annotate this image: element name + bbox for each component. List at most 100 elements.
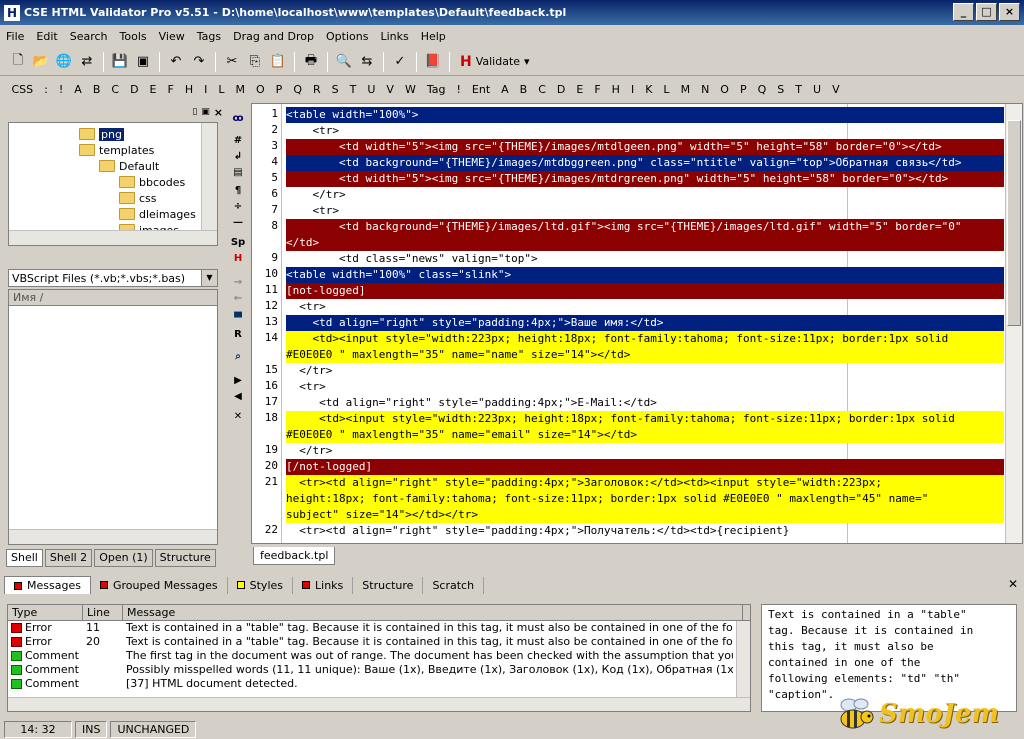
replace-icon[interactable]: ⇆ <box>357 52 377 72</box>
tag-btn[interactable]: D <box>551 83 570 96</box>
redo-icon[interactable]: ↷ <box>189 52 209 72</box>
binoculars-icon[interactable]: ꝏ <box>230 112 246 126</box>
find-icon[interactable]: 🔍 <box>334 52 354 72</box>
menu-edit[interactable]: Edit <box>30 30 63 43</box>
code-line[interactable]: <tr> <box>286 379 1004 395</box>
tag-btn[interactable]: I <box>625 83 639 96</box>
menu-help[interactable]: Help <box>415 30 452 43</box>
reference-icon[interactable]: R <box>230 328 246 342</box>
file-filter-select[interactable]: VBScript Files (*.vb;*.vbs;*.bas) ▼ <box>8 269 218 287</box>
grid-icon[interactable]: # <box>230 134 246 148</box>
tag-btn[interactable]: Ent <box>466 83 495 96</box>
tag-btn[interactable]: R <box>307 83 326 96</box>
tag-btn[interactable]: K <box>640 83 658 96</box>
magnifier-icon[interactable]: ⌕ <box>230 350 246 364</box>
tag-btn[interactable]: Q <box>752 83 772 96</box>
tag-btn[interactable]: E <box>144 83 162 96</box>
tag-btn[interactable]: V <box>381 83 400 96</box>
open-url-icon[interactable]: 🌐 <box>54 52 74 72</box>
code-line[interactable]: height:18px; font-family:tahoma; font-si… <box>286 491 1004 507</box>
code-line[interactable]: [/not-logged] <box>286 459 1004 475</box>
minimize-button[interactable]: _ <box>953 3 974 21</box>
tag-btn[interactable]: Q <box>288 83 308 96</box>
scroll-thumb[interactable] <box>1007 120 1021 326</box>
tag-btn[interactable]: F <box>162 83 179 96</box>
code-line[interactable]: <td><input style="width:223px; height:18… <box>286 411 1004 427</box>
close-icon[interactable]: ✕ <box>230 410 246 424</box>
tag-btn[interactable]: : <box>39 83 54 96</box>
tree-item[interactable]: Default <box>99 158 159 174</box>
tag-btn[interactable]: C <box>533 83 552 96</box>
tag-btn[interactable]: I <box>199 83 213 96</box>
tab-feedback-tpl[interactable]: feedback.tpl <box>253 547 336 565</box>
tab-structure[interactable]: Structure <box>353 576 424 594</box>
paste-icon[interactable]: 📋 <box>268 52 288 72</box>
tag-btn[interactable]: CSS <box>6 83 39 96</box>
file-list-column-header[interactable]: Имя / <box>9 290 217 306</box>
code-line[interactable]: <td class="news" valign="top"> <box>286 251 1004 267</box>
tab-structure[interactable]: Structure <box>154 549 216 567</box>
copy-icon[interactable]: ⎘ <box>245 52 265 72</box>
tag-btn[interactable]: E <box>571 83 589 96</box>
column-type[interactable]: Type <box>8 605 83 620</box>
paragraph-icon[interactable]: ¶ <box>230 184 246 198</box>
arrow-left-icon[interactable]: ← <box>230 292 246 306</box>
tag-btn[interactable]: H <box>179 83 198 96</box>
save-icon[interactable]: 💾 <box>110 52 130 72</box>
chevron-down-icon[interactable]: ▾ <box>524 55 530 68</box>
folder-tree[interactable]: png templates Default bbcodes css dleima… <box>8 122 218 246</box>
open-file-icon[interactable]: 📂 <box>31 52 51 72</box>
tag-btn[interactable]: O <box>715 83 735 96</box>
new-file-icon[interactable]: 🗋 <box>8 52 28 72</box>
code-line[interactable]: <td><input style="width:223px; height:18… <box>286 331 1004 347</box>
column-message[interactable]: Message <box>123 605 743 620</box>
tree-item[interactable]: bbcodes <box>119 174 185 190</box>
arrow-right-icon[interactable]: → <box>230 276 246 290</box>
messages-vertical-scrollbar[interactable] <box>736 621 750 699</box>
chevron-down-icon[interactable]: ▼ <box>201 270 217 286</box>
tag-btn[interactable]: Tag <box>421 83 451 96</box>
code-line[interactable]: <tr><td align="right" style="padding:4px… <box>286 475 1004 491</box>
code-line[interactable]: </td> <box>286 235 1004 251</box>
code-line[interactable]: <td background="{THEME}/images/mtdbggree… <box>286 155 1004 171</box>
code-line[interactable]: <table width="100%" class="slink"> <box>286 267 1004 283</box>
tab-open[interactable]: Open (1) <box>94 549 153 567</box>
spellcheck-icon[interactable]: ✓ <box>390 52 410 72</box>
code-line[interactable]: </tr> <box>286 187 1004 203</box>
save-all-icon[interactable]: ▣ <box>133 52 153 72</box>
tag-btn[interactable]: M <box>675 83 696 96</box>
pin-icon[interactable]: ▯ <box>192 107 197 117</box>
tag-btn[interactable]: F <box>589 83 606 96</box>
tag-btn[interactable]: C <box>106 83 125 96</box>
tag-btn[interactable]: U <box>808 83 827 96</box>
panel-icon[interactable]: ▤ <box>230 166 246 180</box>
tag-btn[interactable]: D <box>125 83 144 96</box>
tree-item[interactable]: templates <box>79 142 154 158</box>
tag-library-icon[interactable]: 📕 <box>423 52 443 72</box>
tab-shell[interactable]: Shell <box>6 549 43 567</box>
close-icon[interactable]: ✕ <box>1008 577 1018 591</box>
print-icon[interactable]: 🖶 <box>301 52 321 72</box>
tag-btn[interactable]: M <box>230 83 251 96</box>
table-row[interactable]: Error 11 Text is contained in a "table" ta… <box>8 621 750 635</box>
code-line[interactable]: subject" size="14"></td></tr> <box>286 507 1004 523</box>
close-button[interactable]: × <box>999 3 1020 21</box>
tag-btn[interactable]: T <box>790 83 808 96</box>
menu-options[interactable]: Options <box>320 30 374 43</box>
code-line[interactable]: #E0E0E0 " maxlength="35" name="name" siz… <box>286 347 1004 363</box>
file-list[interactable]: Имя / <box>8 289 218 545</box>
code-line[interactable]: </tr> <box>286 443 1004 459</box>
cut-icon[interactable]: ✂ <box>222 52 242 72</box>
tab-shell-2[interactable]: Shell 2 <box>44 549 93 567</box>
code-line[interactable]: <table width="100%"> <box>286 107 1004 123</box>
code-line[interactable]: <td align="right" style="padding:4px;">E… <box>286 395 1004 411</box>
menu-links[interactable]: Links <box>374 30 414 43</box>
tag-btn[interactable]: S <box>326 83 344 96</box>
tab-styles[interactable]: Styles <box>228 576 294 594</box>
tab-messages[interactable]: Messages <box>4 576 91 594</box>
column-line[interactable]: Line <box>83 605 123 620</box>
code-line[interactable]: <tr> <box>286 203 1004 219</box>
tag-btn[interactable]: H <box>606 83 625 96</box>
menu-search[interactable]: Search <box>64 30 114 43</box>
menu-tags[interactable]: Tags <box>191 30 227 43</box>
